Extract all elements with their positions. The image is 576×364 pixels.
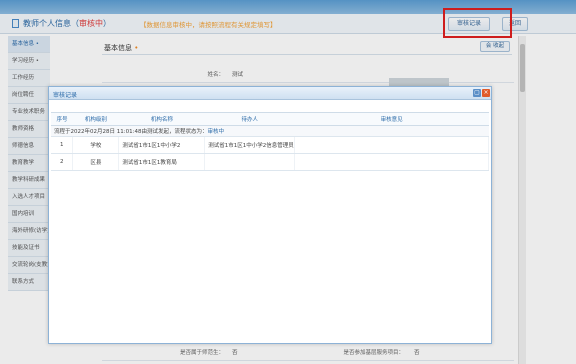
col-header-no: 序号 [51,112,73,126]
col-header-handler: 待办人 [204,112,295,126]
dialog-titlebar: 审核记录 ▢ × [49,87,491,100]
table-header-row: 序号 机构级别 机构名称 待办人 审核意见 [51,112,489,126]
cell-level: 学校 [72,136,120,154]
cell-no: 1 [51,136,74,154]
cell-no: 2 [51,153,74,171]
cell-org: 测试省1市1区1教育局 [118,153,206,171]
col-header-level: 机构级别 [72,112,119,126]
close-icon[interactable]: × [482,89,490,97]
col-header-org: 机构名称 [118,112,205,126]
cell-org: 测试省1市1区1中小学2 [118,136,206,154]
table-row: 2 区县 测试省1市1区1教育局 [51,153,489,171]
cell-level: 区县 [72,153,120,171]
cell-handler [204,153,296,171]
flow-status: 审核中 [207,129,224,135]
table-row: 1 学校 测试省1市1区1中小学2 测试省1市1区1中小学2信息管理员 [51,136,489,154]
maximize-icon[interactable]: ▢ [473,89,481,97]
flow-info-row: 流程于2022年02月28日 11:01:48由测试发起，流程状态为：审核中 [51,125,489,137]
audit-table: 序号 机构级别 机构名称 待办人 审核意见 流程于2022年02月28日 11:… [51,112,489,171]
dialog-title: 审核记录 [53,92,78,99]
audit-record-dialog: 审核记录 ▢ × 序号 机构级别 机构名称 待办人 审核意见 流程于2022年0… [48,86,492,344]
cell-opinion [294,136,489,154]
cell-handler: 测试省1市1区1中小学2信息管理员 [204,136,296,154]
col-header-opinion: 审核意见 [294,112,489,126]
flow-info-cell: 流程于2022年02月28日 11:01:48由测试发起，流程状态为：审核中 [51,125,489,137]
cell-opinion [294,153,489,171]
